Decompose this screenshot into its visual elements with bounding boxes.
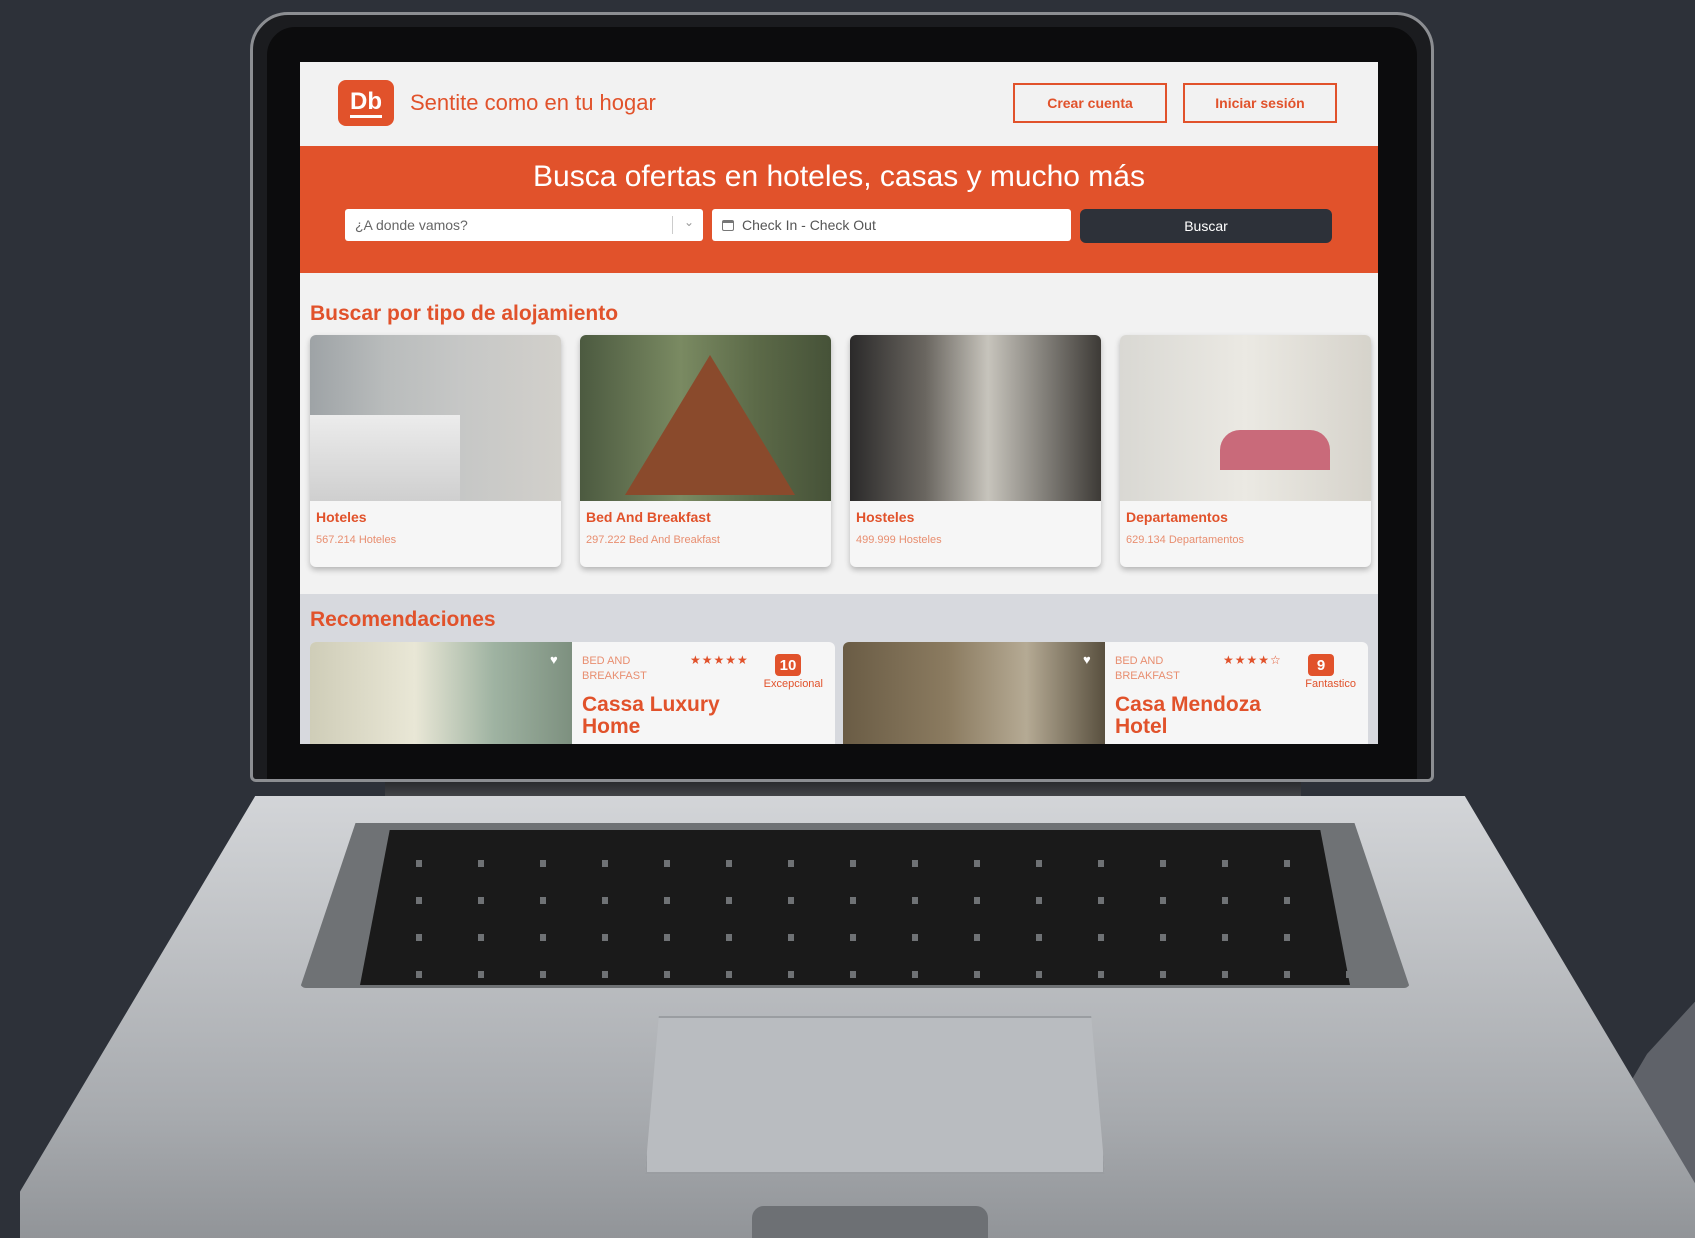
website-screen: Db Sentite como en tu hogar Crear cuenta… [300, 62, 1378, 744]
property-image [310, 642, 572, 744]
category-count: 629.134 Departamentos [1126, 534, 1245, 546]
category-name: Hoteles [316, 509, 367, 525]
score-label: Fantastico [1305, 678, 1356, 690]
heart-icon[interactable]: ♥ [550, 652, 558, 667]
date-range-input[interactable]: Check In - Check Out [712, 209, 1071, 241]
tagline: Sentite como en tu hogar [410, 90, 656, 115]
score-badge: 10 [775, 654, 801, 676]
bunk-bed-image [850, 335, 1101, 501]
hero-title: Busca ofertas en hoteles, casas y mucho … [533, 160, 1145, 193]
category-card-hotels[interactable]: Hoteles 567.214 Hoteles [310, 335, 561, 567]
category-name: Hosteles [856, 509, 915, 525]
search-hero: Busca ofertas en hoteles, casas y mucho … [300, 146, 1378, 273]
select-divider [672, 216, 673, 234]
property-type: BED AND BREAKFAST [1115, 655, 1180, 682]
apartment-image [1120, 335, 1371, 501]
laptop-mockup: Db Sentite como en tu hogar Crear cuenta… [0, 0, 1695, 1238]
category-name: Bed And Breakfast [586, 509, 711, 525]
keyboard-keys [360, 830, 1350, 985]
category-card-apartments[interactable]: Departamentos 629.134 Departamentos [1120, 335, 1371, 567]
score-badge: 9 [1308, 654, 1334, 676]
recommendation-card[interactable]: ♥ BED AND BREAKFAST ★★★★★ 10 Excepcional… [310, 642, 835, 744]
create-account-button[interactable]: Crear cuenta [1013, 83, 1167, 123]
property-name[interactable]: Casa Mendoza Hotel [1115, 694, 1275, 738]
header: Db Sentite como en tu hogar Crear cuenta… [300, 62, 1378, 146]
login-button[interactable]: Iniciar sesión [1183, 83, 1337, 123]
heart-icon[interactable]: ♥ [1083, 652, 1091, 667]
star-rating: ★★★★☆ [1223, 653, 1282, 667]
score-label: Excepcional [763, 678, 823, 690]
recommendations-title: Recomendaciones [310, 608, 496, 631]
hotel-room-image [310, 335, 561, 501]
star-rating: ★★★★★ [690, 653, 749, 667]
categories-title: Buscar por tipo de alojamiento [310, 302, 619, 325]
search-button[interactable]: Buscar [1080, 209, 1332, 243]
logo[interactable]: Db [338, 80, 394, 126]
category-count: 567.214 Hoteles [316, 534, 397, 546]
cabin-image [580, 335, 831, 501]
destination-placeholder: ¿A donde vamos? [355, 217, 468, 233]
property-name[interactable]: Cassa Luxury Home [582, 694, 742, 738]
category-card-bnb[interactable]: Bed And Breakfast 297.222 Bed And Breakf… [580, 335, 831, 567]
property-type: BED AND BREAKFAST [582, 655, 647, 682]
category-card-hostels[interactable]: Hosteles 499.999 Hosteles [850, 335, 1101, 567]
category-count: 499.999 Hosteles [856, 534, 942, 546]
category-name: Departamentos [1126, 509, 1228, 525]
destination-select[interactable]: ¿A donde vamos? ⌄ [345, 209, 703, 241]
trackpad [645, 1016, 1105, 1174]
calendar-icon [722, 219, 734, 231]
laptop-notch [752, 1206, 988, 1238]
logo-text: Db [350, 88, 382, 118]
date-range-placeholder: Check In - Check Out [742, 217, 876, 233]
recommendation-card[interactable]: ♥ BED AND BREAKFAST ★★★★☆ 9 Fantastico C… [843, 642, 1368, 744]
category-count: 297.222 Bed And Breakfast [586, 534, 720, 546]
chevron-down-icon[interactable]: ⌄ [684, 215, 694, 229]
property-image [843, 642, 1105, 744]
